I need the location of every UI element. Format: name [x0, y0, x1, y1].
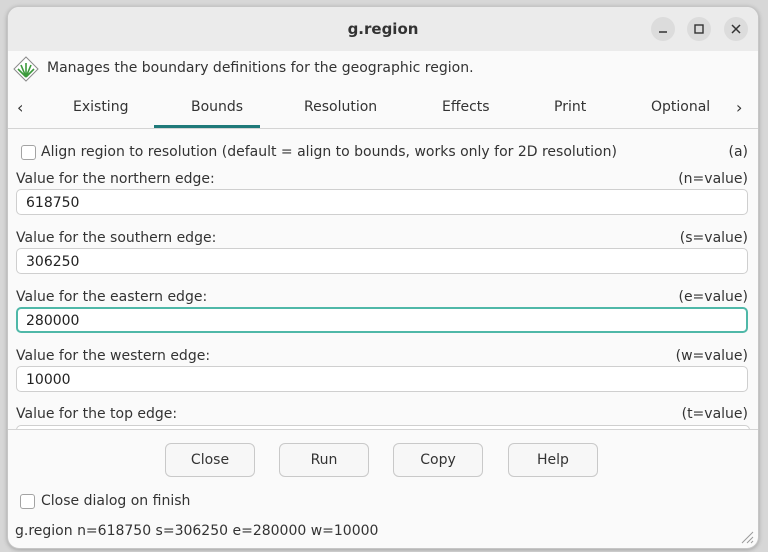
help-button[interactable]: Help [508, 443, 598, 477]
north-key: (n=value) [678, 171, 748, 187]
window-title: g.region [347, 20, 419, 38]
top-label: Value for the top edge: [16, 406, 178, 422]
top-key: (t=value) [681, 406, 748, 422]
east-key: (e=value) [678, 289, 748, 305]
close-on-finish-label: Close dialog on finish [41, 493, 191, 509]
tab-bar: ‹ Existing Bounds Resolution Effects Pri… [8, 88, 758, 129]
north-input[interactable]: 618750 [16, 189, 748, 215]
south-key: (s=value) [679, 230, 748, 246]
tab-bounds[interactable]: Bounds [191, 99, 243, 115]
south-label: Value for the southern edge: [16, 230, 217, 246]
tab-optional[interactable]: Optional [651, 99, 710, 115]
copy-button[interactable]: Copy [393, 443, 483, 477]
resize-grip-icon[interactable] [738, 528, 754, 544]
maximize-button[interactable] [687, 17, 711, 41]
east-input[interactable]: 280000 [16, 307, 748, 333]
divider [8, 429, 758, 430]
close-button[interactable]: Close [165, 443, 255, 477]
minimize-button[interactable] [651, 17, 675, 41]
description-text: Manages the boundary definitions for the… [47, 60, 474, 76]
align-flag: (a) [728, 144, 748, 160]
run-button[interactable]: Run [279, 443, 369, 477]
tab-effects[interactable]: Effects [442, 99, 490, 115]
bounds-panel[interactable]: Align region to resolution (default = al… [8, 129, 758, 429]
east-label: Value for the eastern edge: [16, 289, 208, 305]
module-description: Manages the boundary definitions for the… [8, 51, 758, 89]
north-label: Value for the northern edge: [16, 171, 215, 187]
tab-scroll-right-icon[interactable]: › [736, 98, 742, 117]
tab-scroll-left-icon[interactable]: ‹ [17, 98, 23, 117]
close-window-button[interactable] [724, 17, 748, 41]
status-bar: g.region n=618750 s=306250 e=280000 w=10… [15, 523, 379, 539]
tab-existing[interactable]: Existing [73, 99, 128, 115]
align-label: Align region to resolution (default = al… [41, 144, 617, 160]
title-bar[interactable]: g.region [8, 7, 758, 52]
maximize-icon [694, 24, 704, 34]
west-key: (w=value) [675, 348, 748, 364]
west-label: Value for the western edge: [16, 348, 211, 364]
close-on-finish-checkbox[interactable] [20, 494, 35, 509]
active-tab-indicator [154, 125, 260, 128]
align-checkbox[interactable] [21, 145, 36, 160]
south-input[interactable]: 306250 [16, 248, 748, 274]
dialog-window: g.region Manages the boundary definition… [7, 6, 759, 549]
grass-logo-icon [13, 56, 39, 82]
west-input[interactable]: 10000 [16, 366, 748, 392]
tab-resolution[interactable]: Resolution [304, 99, 377, 115]
close-icon [731, 24, 741, 34]
tab-print[interactable]: Print [554, 99, 586, 115]
minimize-icon [659, 31, 667, 33]
